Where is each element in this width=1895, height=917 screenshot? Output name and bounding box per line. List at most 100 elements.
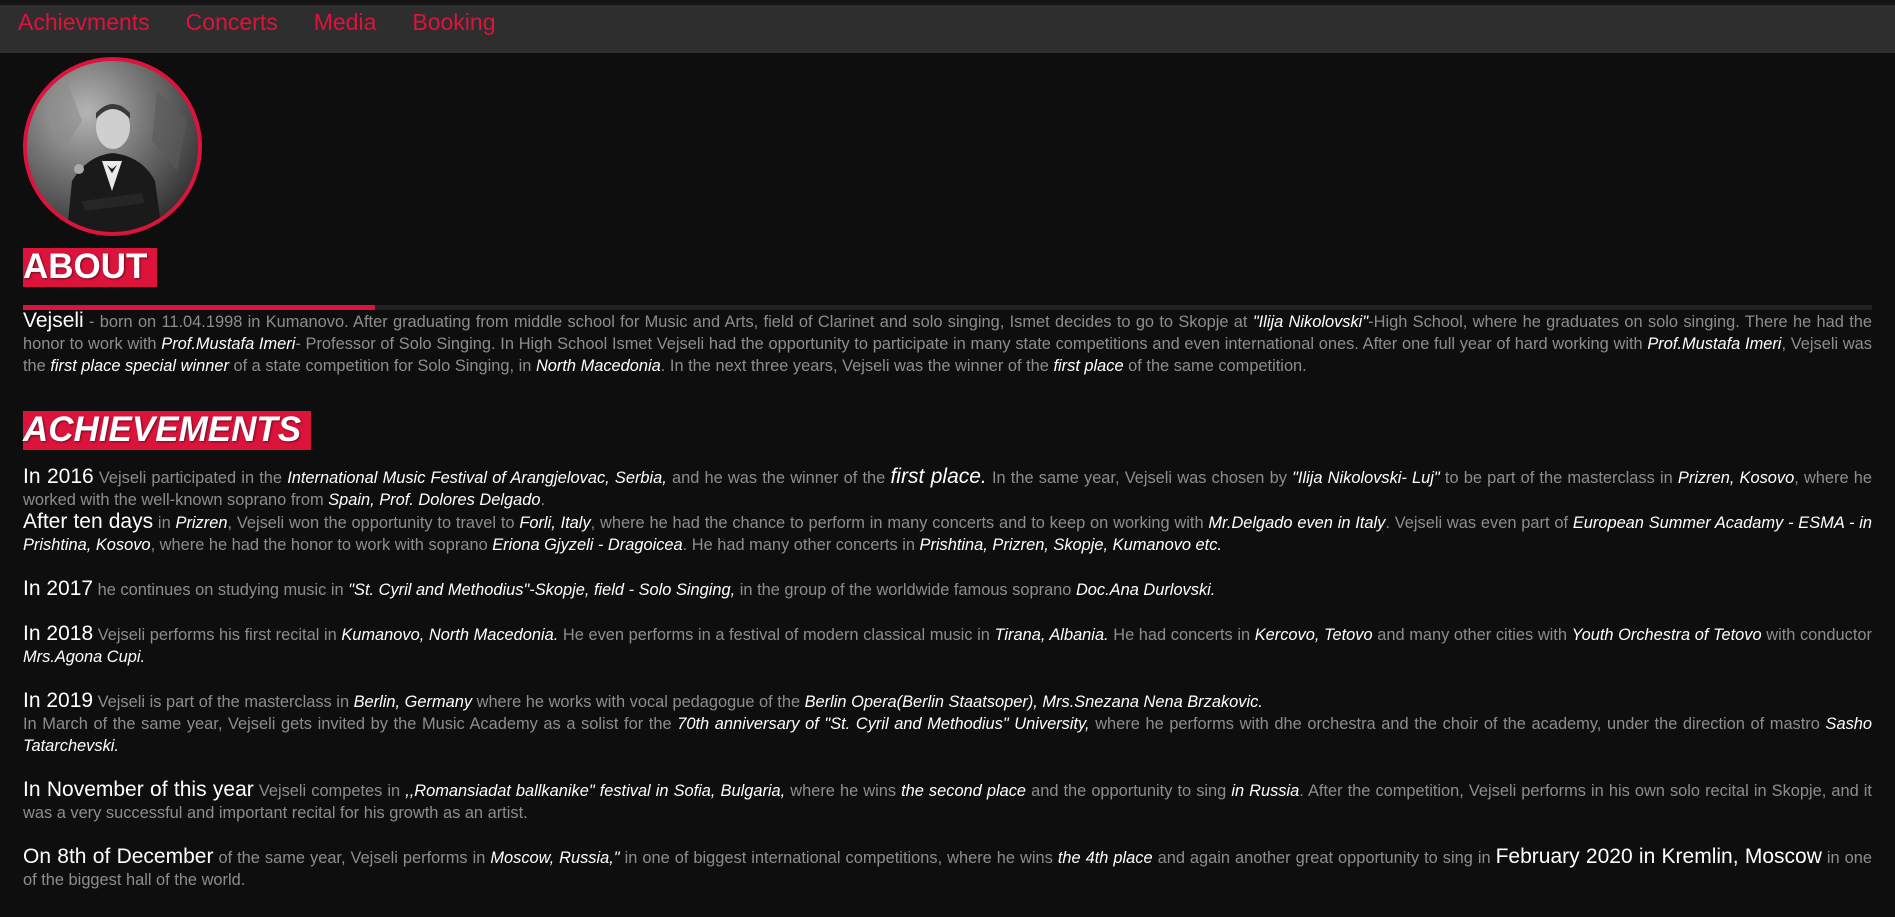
achievement-november: In November of this year Vejseli compete… xyxy=(23,779,1872,824)
year-lead: In 2018 xyxy=(23,622,94,645)
achievements-list: In 2016 Vejseli participated in the Inte… xyxy=(23,466,1872,891)
about-heading: ABOUT xyxy=(23,248,158,287)
highlight: Prizren, Kosovo xyxy=(1677,469,1795,487)
about-paragraph: Vejseli - born on 11.04.1998 in Kumanovo… xyxy=(23,310,1872,377)
highlight: in Russia xyxy=(1231,782,1300,800)
text: In March of the same year, Vejseli gets … xyxy=(23,715,678,733)
highlight: Berlin, Germany xyxy=(353,693,473,711)
achievement-2018: In 2018 Vejseli performs his first recit… xyxy=(23,623,1872,668)
main-content: ABOUT Vejseli - born on 11.04.1998 in Ku… xyxy=(0,57,1895,891)
highlight-large: first place. xyxy=(890,465,987,488)
text: and many other cities with xyxy=(1372,626,1572,644)
achievement-ten-days: After ten days in Prizren, Vejseli won t… xyxy=(23,511,1872,556)
text: and the opportunity to sing xyxy=(1026,782,1232,800)
highlight: Youth Orchestra of Tetovo xyxy=(1571,626,1762,644)
highlight: first place xyxy=(1053,357,1124,375)
highlight: ,,Romansiadat ballkanike" festival in So… xyxy=(405,782,786,800)
text: of the same year, Vejseli performs in xyxy=(213,849,491,867)
top-navbar: Achievments Concerts Media Booking xyxy=(0,5,1895,53)
highlight: Eriona Gjyzeli - Dragoicea xyxy=(492,536,683,554)
highlight: Prishtina, Prizren, Skopje, Kumanovo etc… xyxy=(919,536,1222,554)
nav-concerts-link[interactable]: Concerts xyxy=(186,0,278,46)
highlight: Forli, Italy xyxy=(519,514,591,532)
achievement-december: On 8th of December of the same year, Vej… xyxy=(23,846,1872,891)
highlight: Prizren xyxy=(175,514,228,532)
text: and again another great opportunity to s… xyxy=(1152,849,1496,867)
achievement-2016: In 2016 Vejseli participated in the Inte… xyxy=(23,466,1872,511)
text: , where he had the chance to perform in … xyxy=(590,514,1209,532)
divider-accent xyxy=(23,305,375,310)
highlight: Mrs.Agona Cupi. xyxy=(23,648,146,666)
highlight: "Ilija Nikolovski" xyxy=(1252,313,1369,331)
text: . He had many other concerts in xyxy=(682,536,920,554)
text: . In the next three years, Vejseli was t… xyxy=(660,357,1054,375)
highlight: the 4th place xyxy=(1057,849,1153,867)
highlight: International Music Festival of Arangjel… xyxy=(287,469,667,487)
text: he continues on studying music in xyxy=(93,581,349,599)
text: Vejseli performs his first recital in xyxy=(93,626,342,644)
text: In the same year, Vejseli was chosen by xyxy=(986,469,1293,487)
text: - born on 11.04.1998 in Kumanovo. After … xyxy=(83,313,1253,331)
text: in the group of the worldwide famous sop… xyxy=(735,581,1076,599)
highlight: Kercovo, Tetovo xyxy=(1254,626,1373,644)
year-lead: After ten days xyxy=(23,510,154,533)
text: He had concerts in xyxy=(1108,626,1255,644)
text: , where he had the honor to work with so… xyxy=(150,536,493,554)
highlight-large: February 2020 in Kremlin, Moscow xyxy=(1495,845,1822,868)
year-lead: In 2017 xyxy=(23,577,94,600)
highlight: Moscow, Russia," xyxy=(490,849,620,867)
highlight: "Ilija Nikolovski- Luj" xyxy=(1292,469,1440,487)
profile-avatar xyxy=(23,57,202,236)
section-divider xyxy=(23,305,1872,310)
highlight: Spain, Prof. Dolores Delgado xyxy=(328,491,541,509)
text: to be part of the masterclass in xyxy=(1439,469,1678,487)
singer-portrait-image xyxy=(27,61,198,232)
highlight: Mr.Delgado even in Italy xyxy=(1208,514,1386,532)
year-lead: In 2016 xyxy=(23,465,94,488)
highlight: Berlin Opera(Berlin Staatsoper), Mrs.Sne… xyxy=(804,693,1263,711)
text: of a state competition for Solo Singing,… xyxy=(228,357,536,375)
nav-booking-link[interactable]: Booking xyxy=(412,0,495,46)
text: , Vejseli won the opportunity to travel … xyxy=(227,514,520,532)
text: Vejseli is part of the masterclass in xyxy=(93,693,354,711)
highlight: North Macedonia xyxy=(535,357,661,375)
text: . xyxy=(540,491,546,509)
highlight: 70th anniversary of "St. Cyril and Metho… xyxy=(677,715,1090,733)
nav-media-link[interactable]: Media xyxy=(314,0,377,46)
text: and he was the winner of the xyxy=(666,469,891,487)
text: of the same competition. xyxy=(1123,357,1307,375)
achievement-2019: In 2019 Vejseli is part of the mastercla… xyxy=(23,690,1872,757)
highlight: Kumanovo, North Macedonia. xyxy=(341,626,559,644)
achievement-2017: In 2017 he continues on studying music i… xyxy=(23,578,1872,601)
highlight: Tirana, Albania. xyxy=(994,626,1109,644)
text: where he works with vocal pedagogue of t… xyxy=(472,693,805,711)
highlight: Doc.Ana Durlovski. xyxy=(1075,581,1216,599)
text: - Professor of Solo Singing. In High Sch… xyxy=(295,335,1648,353)
highlight: "St. Cyril and Methodius"-Skopje, field … xyxy=(348,581,736,599)
page-root: Achievments Concerts Media Booking ABOUT… xyxy=(0,0,1895,917)
text: where he performs with dhe orchestra and… xyxy=(1089,715,1826,733)
highlight: the second place xyxy=(901,782,1027,800)
text: . Vejseli was even part of xyxy=(1385,514,1573,532)
highlight: Prof.Mustafa Imeri xyxy=(161,335,296,353)
nav-achievments-link[interactable]: Achievments xyxy=(18,0,150,46)
text: with conductor xyxy=(1761,626,1872,644)
text: He even performs in a festival of modern… xyxy=(558,626,995,644)
year-lead: In November of this year xyxy=(23,778,254,801)
achievements-heading: ACHIEVEMENTS xyxy=(23,411,312,450)
text: where he wins xyxy=(785,782,902,800)
year-lead: On 8th of December xyxy=(23,845,214,868)
text: Vejseli participated in the xyxy=(93,469,288,487)
text: in one of biggest international competit… xyxy=(619,849,1058,867)
text: in xyxy=(153,514,176,532)
highlight: Prof.Mustafa Imeri xyxy=(1647,335,1782,353)
text: Vejseli competes in xyxy=(253,782,406,800)
highlight: first place special winner xyxy=(50,357,229,375)
year-lead: In 2019 xyxy=(23,689,94,712)
about-lead: Vejseli xyxy=(23,309,84,332)
